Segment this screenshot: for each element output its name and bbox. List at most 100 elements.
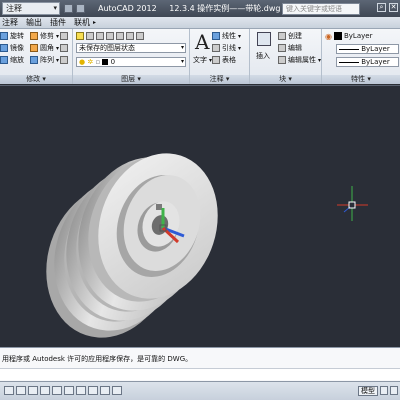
tab-plugins[interactable]: 插件 <box>50 17 66 28</box>
rotate-label: 旋转 <box>10 32 24 40</box>
leader-button[interactable]: 引线 ▾ <box>212 43 241 53</box>
layer-properties-button[interactable] <box>76 31 144 41</box>
edit-attributes-icon <box>278 56 286 64</box>
linear-dimension-icon <box>212 32 220 40</box>
chevron-down-icon: ▾ <box>318 56 322 64</box>
color-control[interactable]: ◉ ByLayer <box>325 31 372 41</box>
ducs-toggle-icon[interactable] <box>88 386 98 395</box>
layers-panel: 未保存的图层状态 ▾ ● ✲ ▫ 0 ▾ 图层 ▾ <box>73 29 190 84</box>
mirror-button[interactable]: 镜像 <box>0 43 24 53</box>
array-icon <box>30 56 38 64</box>
status-bar: 模型 <box>0 381 400 400</box>
polar-toggle-icon[interactable] <box>40 386 50 395</box>
layer-color-swatch <box>102 59 109 65</box>
edit-block-button[interactable]: 编辑 <box>278 43 302 53</box>
layers-panel-title[interactable]: 图层 ▾ <box>73 75 189 84</box>
grid-toggle-icon[interactable] <box>16 386 26 395</box>
command-input[interactable] <box>0 368 400 380</box>
lineweight-preview <box>339 61 359 63</box>
chevron-down-icon: ▾ <box>238 32 242 40</box>
erase-button[interactable] <box>60 31 68 41</box>
layout-icon[interactable] <box>380 386 388 395</box>
search-icon[interactable]: ⌕ <box>377 3 386 12</box>
current-layer-dropdown[interactable]: ● ✲ ▫ 0 ▾ <box>76 57 186 67</box>
chevron-down-icon: ▾ <box>56 44 60 52</box>
3d-osnap-toggle-icon[interactable] <box>64 386 74 395</box>
dyn-toggle-icon[interactable] <box>100 386 110 395</box>
annotation-panel-title[interactable]: 注释 ▾ <box>190 75 249 84</box>
status-right-tools <box>380 386 398 395</box>
chevron-down-icon: ▾ <box>180 44 184 51</box>
mirror-icon <box>0 44 8 52</box>
trim-label: 修剪 <box>40 32 54 40</box>
ortho-toggle-icon[interactable] <box>28 386 38 395</box>
text-icon[interactable]: A <box>195 30 209 54</box>
modify-panel-title[interactable]: 修改 ▾ <box>0 75 72 84</box>
create-block-button[interactable]: 创建 <box>278 31 302 41</box>
layer-state-dropdown[interactable]: 未保存的图层状态 ▾ <box>76 43 186 53</box>
modify-panel: 旋转 修剪 ▾ 镜像 圆角 ▾ 缩放 阵列 ▾ 修改 ▾ <box>0 29 73 84</box>
chevron-down-icon: ▾ <box>180 58 184 65</box>
scale-label: 缩放 <box>10 56 24 64</box>
lock-icon: ▫ <box>95 58 101 66</box>
table-button[interactable]: 表格 <box>212 55 236 65</box>
tab-output[interactable]: 输出 <box>26 17 42 28</box>
pulley-keyway <box>156 204 162 210</box>
lineweight-dropdown[interactable]: ByLayer <box>336 57 399 67</box>
workspace-label: 注释 <box>6 4 22 13</box>
properties-panel-title[interactable]: 特性 ▾ <box>322 75 400 84</box>
lineweight-label: ByLayer <box>361 58 390 66</box>
tab-overflow-icon[interactable]: ▸ <box>93 19 96 26</box>
scale-button[interactable]: 缩放 <box>0 55 24 65</box>
array-button[interactable]: 阵列 ▾ <box>30 55 59 65</box>
text-button[interactable]: 文字 ▾ <box>193 55 212 65</box>
palette-icon: ◉ <box>325 31 332 41</box>
osnap-toggle-icon[interactable] <box>52 386 62 395</box>
layer-isolate-icon <box>116 32 124 40</box>
linetype-dropdown[interactable]: ByLayer <box>336 44 399 54</box>
crosshair-cursor <box>337 186 368 221</box>
tab-online[interactable]: 联机 <box>74 17 90 28</box>
fillet-label: 圆角 <box>40 44 54 52</box>
insert-button[interactable]: 插入 <box>256 51 270 61</box>
edit-attributes-button[interactable]: 编辑属性 ▾ <box>278 55 321 65</box>
layer-freeze-icon <box>136 32 144 40</box>
layer-unisolate-icon <box>126 32 134 40</box>
trim-button[interactable]: 修剪 ▾ <box>30 31 59 41</box>
copy-button[interactable] <box>60 43 68 53</box>
table-label: 表格 <box>222 56 236 64</box>
block-panel-title[interactable]: 块 ▾ <box>250 75 321 84</box>
layer-state-label: 未保存的图层状态 <box>79 44 135 52</box>
leader-label: 引线 <box>222 44 236 52</box>
tab-annotate[interactable]: 注释 <box>2 17 18 28</box>
search-input[interactable]: 键入关键字或短语 <box>282 3 360 15</box>
pulley-model[interactable] <box>27 138 236 348</box>
model-space-svg <box>27 138 368 348</box>
create-label: 创建 <box>288 32 302 40</box>
otrack-toggle-icon[interactable] <box>76 386 86 395</box>
fillet-button[interactable]: 圆角 ▾ <box>30 43 59 53</box>
insert-block-icon[interactable] <box>257 32 271 46</box>
new-file-icon[interactable] <box>64 4 73 13</box>
copy-icon <box>60 44 68 52</box>
snap-toggle-icon[interactable] <box>4 386 14 395</box>
linear-dim-button[interactable]: 线性 ▾ <box>212 31 241 41</box>
rotate-button[interactable]: 旋转 <box>0 31 24 41</box>
autocad-window: 注释 ▾ AutoCAD 2012 12.3.4 操作实例——带轮.dwg 键入… <box>0 0 400 400</box>
lightbulb-icon: ● <box>79 58 86 66</box>
model-space-button[interactable]: 模型 <box>358 386 378 396</box>
maximize-viewport-icon[interactable] <box>390 386 398 395</box>
lineweight-toggle-icon[interactable] <box>112 386 122 395</box>
fillet-icon <box>30 44 38 52</box>
layer-match-icon <box>96 32 104 40</box>
workspace-dropdown[interactable]: 注释 ▾ <box>2 2 60 15</box>
exchange-icon[interactable]: ✕ <box>389 3 398 12</box>
drawing-canvas[interactable] <box>0 85 400 347</box>
file-title: 12.3.4 操作实例——带轮.dwg <box>169 4 281 13</box>
ribbon: 旋转 修剪 ▾ 镜像 圆角 ▾ 缩放 阵列 ▾ 修改 ▾ 未保存的图层状态 ▾ … <box>0 29 400 84</box>
chevron-down-icon: ▾ <box>238 44 242 52</box>
open-file-icon[interactable] <box>76 4 85 13</box>
offset-button[interactable] <box>60 55 68 65</box>
layer-properties-icon <box>76 32 84 40</box>
chevron-down-icon: ▾ <box>53 4 57 12</box>
